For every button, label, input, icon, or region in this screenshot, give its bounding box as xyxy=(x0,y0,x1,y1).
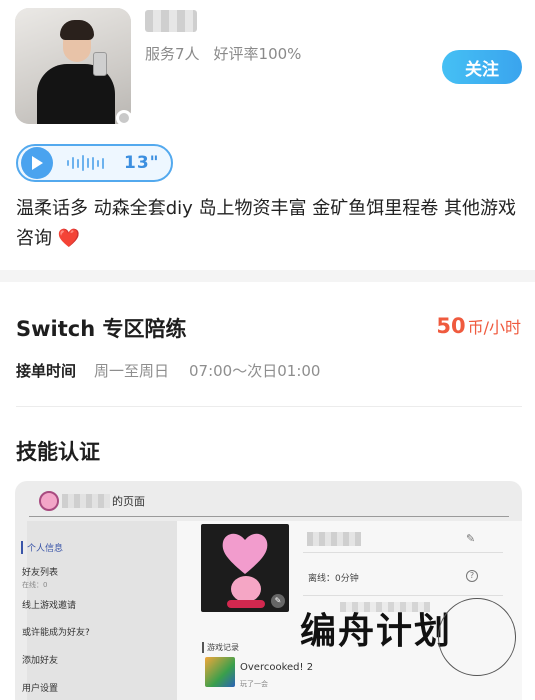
profile-bio: 温柔话多 动森全套diy 岛上物资丰富 金矿鱼饵里程卷 其他游戏咨询 ❤️ xyxy=(16,194,522,254)
heart-icon: ❤️ xyxy=(57,228,81,249)
game-name: Overcooked! 2 xyxy=(240,662,314,673)
avatar[interactable] xyxy=(15,8,131,124)
edit-image-icon: ✎ xyxy=(271,594,285,608)
nav-item-suggestions: 或许能成为好友? xyxy=(22,628,90,638)
service-title: Switch 专区陪练 xyxy=(16,317,187,341)
nav-item-profile: 个人信息 xyxy=(21,541,63,554)
order-time-label: 接单时间 xyxy=(16,362,77,380)
overcooked-thumbnail xyxy=(205,657,235,687)
bio-text: 温柔话多 动森全套diy 岛上物资丰富 金矿鱼饵里程卷 其他游戏咨询 xyxy=(16,198,516,249)
price-value: 50 xyxy=(436,314,466,338)
watermark-text: 编舟计划 xyxy=(300,610,453,652)
page-suffix: 的页面 xyxy=(112,495,145,508)
price-unit: 币/小时 xyxy=(467,318,521,337)
watermark-seal xyxy=(438,598,516,676)
screenshot-rule xyxy=(29,516,509,517)
pencil-icon: ✎ xyxy=(466,532,476,545)
nav-friends-label: 好友列表 xyxy=(22,568,59,578)
nav-item-friends: 好友列表 在线：0 xyxy=(22,565,58,590)
voice-intro-player[interactable]: 13" xyxy=(16,144,173,182)
nav-item-settings: 用户设置 xyxy=(22,684,59,694)
help-icon: ? xyxy=(466,570,478,582)
kirby-profile-image: ✎ xyxy=(201,524,289,612)
section-divider xyxy=(0,270,535,282)
screenshot-header: 的页面 xyxy=(39,491,145,511)
voice-duration: 13" xyxy=(124,153,160,173)
divider xyxy=(16,406,522,407)
follow-button[interactable]: 关注 xyxy=(442,50,522,84)
order-days: 周一至周日 xyxy=(94,362,170,380)
username-blurred xyxy=(145,10,197,32)
blurred-nickname xyxy=(307,532,361,546)
waveform-icon xyxy=(67,155,104,171)
kirby-avatar-icon xyxy=(39,491,59,511)
game-records-title: 游戏记录 xyxy=(202,642,239,653)
profile-stats: 服务7人 好评率100% xyxy=(145,43,301,64)
offline-time: 离线：0分钟 xyxy=(308,574,359,584)
nav-item-invites: 线上游戏邀请 xyxy=(22,601,77,611)
info-separator xyxy=(303,595,503,596)
play-icon[interactable] xyxy=(21,147,53,179)
skill-title: 技能认证 xyxy=(16,440,100,464)
heart-icon xyxy=(222,533,268,574)
game-playtime: 玩了一会 xyxy=(240,680,268,688)
blurred-name xyxy=(62,494,110,508)
order-hours: 07:00～次日01:00 xyxy=(189,362,321,380)
service-price: 50 币/小时 xyxy=(436,314,521,338)
nav-friends-sub: 在线：0 xyxy=(22,581,48,589)
info-separator xyxy=(303,552,503,553)
served-count: 服务7人 xyxy=(145,45,200,63)
nav-item-add-friend: 添加好友 xyxy=(22,656,59,666)
rating: 好评率100% xyxy=(213,45,302,63)
online-status-dot xyxy=(116,110,132,126)
